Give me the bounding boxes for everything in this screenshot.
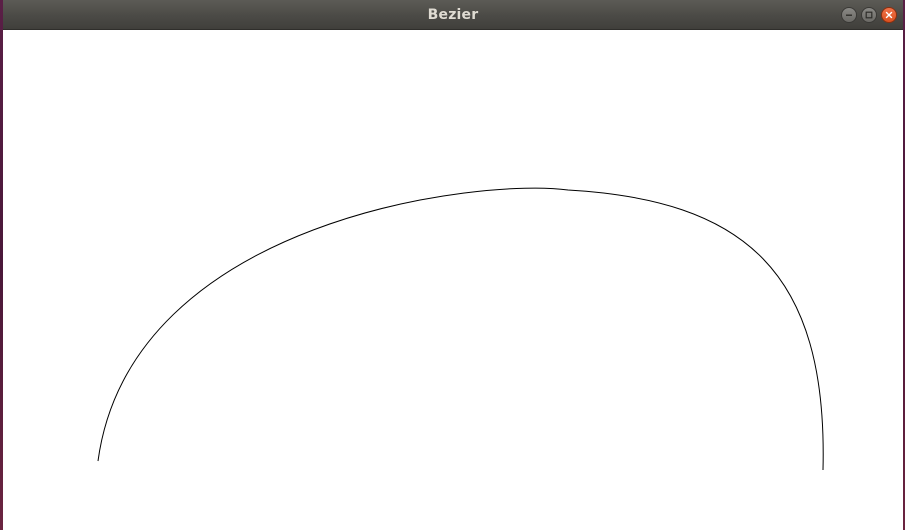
bezier-svg — [97, 187, 824, 471]
close-button[interactable] — [881, 7, 897, 23]
bezier-curve — [97, 187, 824, 471]
window-controls — [841, 7, 897, 23]
bezier-window: Bezier — [3, 0, 903, 530]
maximize-icon — [865, 11, 873, 19]
window-titlebar[interactable]: Bezier — [3, 0, 903, 30]
minimize-button[interactable] — [841, 7, 857, 23]
minimize-icon — [846, 14, 852, 16]
maximize-button[interactable] — [861, 7, 877, 23]
drawing-canvas[interactable] — [3, 30, 903, 530]
window-title: Bezier — [427, 7, 479, 23]
close-icon — [885, 11, 893, 19]
